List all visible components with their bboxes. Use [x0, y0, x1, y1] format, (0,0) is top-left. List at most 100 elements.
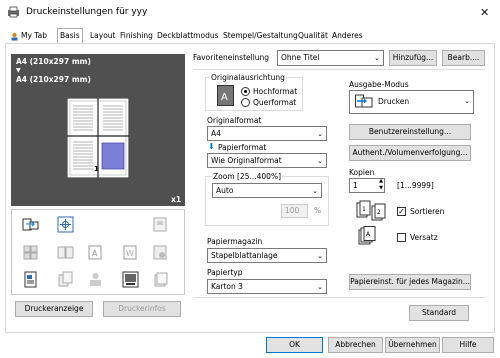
chevron-down-icon: ⌄ [317, 283, 323, 291]
original-size-label: Originalformat [207, 116, 262, 125]
user-settings-button[interactable]: Benutzereinstellung... [349, 124, 471, 140]
close-icon[interactable]: ✕ [480, 6, 489, 19]
favorites-edit-button[interactable]: Bearb.... [442, 50, 485, 66]
chevron-down-icon: ⌄ [317, 252, 323, 260]
paper-size-value: Wie Originalformat [211, 156, 282, 165]
paper-tray-select[interactable]: Stapelblattanlage ⌄ [207, 248, 327, 263]
multi-page-icon [23, 245, 38, 260]
document-stack-icon [154, 272, 168, 287]
offset-icon: A [358, 226, 376, 245]
secure-print-icon [153, 245, 167, 260]
spinner-arrows-icon[interactable]: ▲ ▼ [379, 178, 383, 192]
help-button[interactable]: Hilfe [442, 337, 494, 353]
paper-tray-label: Papiermagazin [207, 237, 263, 246]
favorites-select[interactable]: Ohne Titel ⌄ [277, 50, 384, 66]
copies-input[interactable]: 1 ▲ ▼ [349, 178, 385, 193]
original-size-select[interactable]: A4 ⌄ [207, 126, 327, 141]
output-mode-select[interactable]: Drucken ⌄ [349, 90, 474, 114]
tab-basis[interactable]: Basis [57, 28, 83, 44]
paper-per-tray-button[interactable]: Papiereinst. für jedes Magazin... [349, 274, 471, 290]
chevron-down-icon: ⌄ [317, 130, 323, 138]
output-mode-label: Ausgabe-Modus [349, 80, 409, 89]
portrait-orientation-icon: A [217, 85, 234, 106]
printer-info-button[interactable]: Druckerinfos [103, 301, 181, 317]
paper-type-select[interactable]: Karton 3 ⌄ [207, 279, 327, 294]
svg-text:W: W [126, 249, 134, 258]
chevron-down-icon: ⌄ [312, 187, 318, 195]
tab-my-tab[interactable]: My Tab [8, 30, 49, 43]
tab-stempel-gestaltung[interactable]: Stempel/Gestaltung [221, 30, 300, 43]
tab-deckblattmodus[interactable]: Deckblattmodus [155, 30, 221, 43]
paper-size-select[interactable]: Wie Originalformat ⌄ [207, 153, 327, 168]
paper-type-value: Karton 3 [211, 282, 243, 291]
separator [193, 69, 485, 70]
copies-range: [1...9999] [397, 181, 434, 190]
tab-label: Basis [60, 31, 80, 40]
landscape-radio[interactable] [241, 98, 250, 107]
tab-label: Finishing [120, 31, 153, 40]
print-output-icon [355, 94, 373, 108]
original-size-text: A4 (210x297 mm) [16, 57, 91, 66]
tab-layout[interactable]: Layout [88, 30, 118, 43]
document-list-icon[interactable] [22, 271, 39, 288]
landscape-label: Querformat [253, 98, 297, 107]
copies-value: 1 [353, 181, 358, 190]
text-stamp-icon: A [88, 245, 102, 260]
user-icon [90, 273, 101, 286]
offset-checkbox[interactable] [397, 233, 406, 242]
image-settings-icon[interactable] [122, 271, 139, 288]
printer-app-icon [8, 6, 19, 18]
tab-finishing[interactable]: Finishing [118, 30, 155, 43]
tab-label: Anderes [332, 31, 363, 40]
zoom-select[interactable]: Auto ⌄ [212, 183, 322, 198]
paper-size-label: Papierformat [218, 143, 267, 152]
svg-text:A: A [221, 92, 228, 103]
output-mode-value: Drucken [378, 97, 410, 106]
function-icon-panel: A W [11, 209, 185, 295]
arrow-down-icon: ▼ [16, 67, 21, 74]
arrow-down-blue-icon: ⬇ [208, 142, 215, 151]
tab-label: Layout [90, 31, 116, 40]
zoom-percent-input[interactable]: 100 [281, 204, 308, 218]
booklet-icon [153, 217, 167, 232]
paper-size-text: A4 (210x297 mm) [16, 75, 91, 84]
copies-badge: x1 [171, 195, 182, 204]
favorites-add-button[interactable]: Hinzufüg... [389, 50, 437, 66]
window-title: Druckeinstellungen für yyy [26, 7, 148, 17]
collate-label: Sortieren [410, 207, 445, 216]
zoom-fit-icon[interactable] [57, 216, 74, 233]
ok-button[interactable]: OK [266, 337, 323, 353]
tab-label: Qualität [298, 31, 328, 40]
chevron-down-icon: ⌄ [464, 97, 470, 105]
zoom-percent-unit: % [314, 206, 322, 215]
svg-text:A: A [92, 249, 98, 258]
print-to-printer-icon[interactable] [22, 216, 39, 233]
copies-label: Kopien [349, 168, 375, 177]
chevron-down-icon: ⌄ [317, 157, 323, 165]
copy-pages-icon [58, 271, 73, 287]
zoom-percent-value: 100 [285, 206, 300, 215]
duplex-icon [57, 246, 74, 259]
tab-qualitaet[interactable]: Qualität [296, 30, 330, 43]
tab-label: Stempel/Gestaltung [223, 31, 298, 40]
tab-label: My Tab [21, 31, 47, 40]
tab-anderes[interactable]: Anderes [330, 30, 365, 43]
collate-checkbox[interactable]: ✓ [397, 207, 406, 216]
zoom-label: Zoom [25...400%] [212, 172, 282, 181]
separator [193, 297, 485, 298]
cancel-button[interactable]: Abbrechen [328, 337, 383, 353]
portrait-radio[interactable] [241, 87, 250, 96]
collate-icon: 12 [356, 200, 386, 221]
svg-text:2: 2 [377, 209, 381, 216]
paper-type-label: Papiertyp [207, 268, 243, 277]
paper-tray-value: Stapelblattanlage [211, 251, 278, 260]
print-preview: A4 (210x297 mm) ▼ A4 (210x297 mm) 1 x1 [11, 54, 185, 206]
favorites-label: Favoriteneinstellung [193, 53, 270, 62]
auth-tracking-button[interactable]: Authent./Volumenverfolgung... [349, 145, 471, 161]
favorites-value: Ohne Titel [281, 53, 320, 62]
apply-button[interactable]: Übernehmen [385, 337, 440, 353]
watermark-icon: W [123, 245, 137, 260]
printer-view-button[interactable]: Druckeranzeige [15, 301, 93, 317]
original-size-value: A4 [211, 129, 221, 138]
standard-button[interactable]: Standard [409, 305, 469, 321]
